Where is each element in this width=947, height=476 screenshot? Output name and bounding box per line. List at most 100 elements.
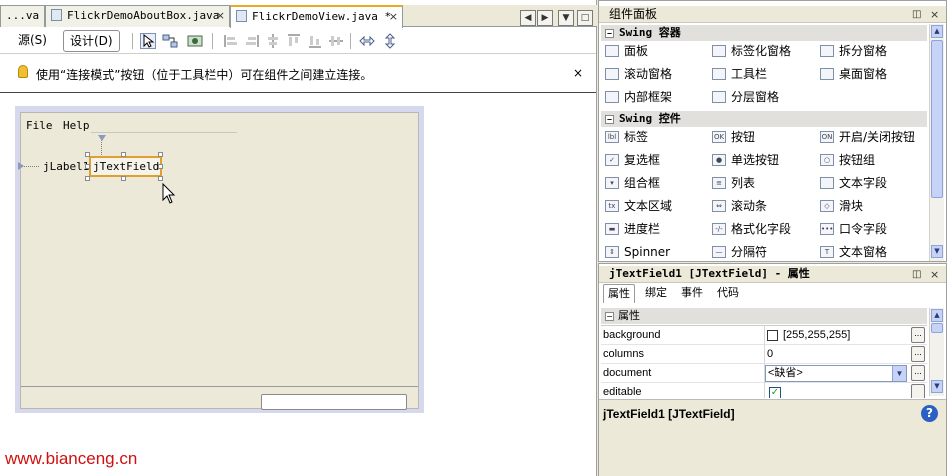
editable-checkbox[interactable]: ✓ — [769, 387, 781, 398]
palette-item-split-pane[interactable]: 拆分窗格 — [820, 42, 887, 60]
show-opened-documents-button[interactable]: ▼ — [558, 10, 574, 26]
form-design-canvas[interactable]: File Help jLabel1 jTextField1 — [15, 106, 424, 413]
resize-handle[interactable] — [85, 176, 90, 181]
palette-item-panel[interactable]: 面板 — [605, 42, 648, 60]
palette-item-label-control[interactable]: lbl 标签 — [605, 128, 648, 146]
document-combo-box[interactable]: <缺省> ▼ — [765, 365, 907, 382]
chevron-down-icon[interactable]: ▼ — [892, 366, 906, 381]
align-right-icon[interactable] — [244, 33, 260, 49]
palette-item-layered-pane[interactable]: 分层窗格 — [712, 88, 779, 106]
palette-item-tabbed-pane[interactable]: 标签化窗格 — [712, 42, 791, 60]
change-horizontal-resizability-icon[interactable] — [359, 33, 375, 49]
resize-handle[interactable] — [121, 176, 126, 181]
ellipsis-button[interactable]: ... — [911, 346, 925, 362]
close-hint-button[interactable]: × — [573, 66, 583, 80]
ellipsis-button[interactable]: ... — [911, 327, 925, 343]
palette-item-list[interactable]: ≡ 列表 — [712, 174, 755, 192]
scroll-up-icon[interactable]: ▲ — [931, 309, 943, 322]
palette-item-toolbar[interactable]: 工具栏 — [712, 65, 767, 83]
palette-item-formatted-field[interactable]: -/- 格式化字段 — [712, 220, 791, 238]
scroll-tabs-right-button[interactable]: ▶ — [537, 10, 553, 26]
palette-item-button[interactable]: OK 按钮 — [712, 128, 755, 146]
text-field-icon — [820, 177, 834, 189]
tab-flickr-demo-view[interactable]: FlickrDemoView.java * × — [230, 5, 403, 28]
design-view-button[interactable]: 设计(D) — [63, 30, 120, 52]
scroll-up-icon[interactable]: ▲ — [931, 25, 943, 38]
scrollbar-thumb[interactable] — [931, 40, 943, 198]
property-row-columns[interactable]: columns 0 ... — [601, 345, 927, 364]
palette-item-slider[interactable]: ◇ 滑块 — [820, 197, 863, 215]
property-row-background[interactable]: background [255,255,255] ... — [601, 326, 927, 345]
palette-item-progress-bar[interactable]: ▬ 进度栏 — [605, 220, 660, 238]
resize-handle[interactable] — [85, 164, 90, 169]
form-progress-bar[interactable] — [261, 394, 407, 410]
palette-item-internal-frame[interactable]: 内部框架 — [605, 88, 672, 106]
tab-code[interactable]: 代码 — [713, 284, 743, 303]
palette-item-text-field[interactable]: 文本字段 — [820, 174, 887, 192]
resize-handle[interactable] — [158, 176, 163, 181]
palette-item-spinner[interactable]: ⇕ Spinner — [605, 243, 670, 261]
resize-handle[interactable] — [85, 152, 90, 157]
tab-hidden-java[interactable]: ...va — [0, 5, 45, 27]
palette-item-desktop-pane[interactable]: 桌面窗格 — [820, 65, 887, 83]
property-name: editable — [603, 386, 642, 398]
palette-scrollbar[interactable]: ▲ ▼ — [929, 24, 944, 261]
scroll-tabs-left-button[interactable]: ◀ — [520, 10, 536, 26]
tab-close-button[interactable]: × — [216, 6, 225, 26]
property-value[interactable]: 0 — [767, 345, 773, 363]
align-left-icon[interactable] — [223, 33, 239, 49]
align-bottom-icon[interactable] — [307, 33, 323, 49]
palette-item-scroll-bar[interactable]: ⇔ 滚动条 — [712, 197, 767, 215]
palette-item-scroll-pane[interactable]: 滚动窗格 — [605, 65, 672, 83]
palette-item-text-pane[interactable]: T 文本窗格 — [820, 243, 887, 261]
category-swing-containers[interactable]: − Swing 容器 — [601, 25, 927, 41]
category-swing-controls[interactable]: − Swing 控件 — [601, 111, 927, 127]
minimize-window-icon[interactable]: ◫ — [912, 267, 921, 283]
properties-close-button[interactable]: × — [930, 267, 939, 283]
palette-item-checkbox[interactable]: ✓ 复选框 — [605, 151, 660, 169]
maximize-window-button[interactable]: □ — [577, 10, 593, 26]
connection-mode-icon[interactable] — [162, 33, 178, 49]
tab-close-button[interactable]: × — [389, 7, 398, 27]
property-row-editable[interactable]: editable ✓ — [601, 383, 927, 398]
tab-events[interactable]: 事件 — [677, 284, 707, 303]
selection-mode-icon[interactable] — [140, 33, 156, 49]
resize-handle[interactable] — [158, 164, 163, 169]
resize-handle[interactable] — [158, 152, 163, 157]
property-row-document[interactable]: document <缺省> ▼ ... — [601, 364, 927, 383]
palette-item-radio-button[interactable]: ● 单选按钮 — [712, 151, 779, 169]
palette-item-toggle-button[interactable]: ON 开启/关闭按钮 — [820, 128, 915, 146]
scroll-down-icon[interactable]: ▼ — [931, 245, 943, 258]
tab-binding[interactable]: 绑定 — [641, 284, 671, 303]
ellipsis-button[interactable] — [911, 384, 925, 398]
tab-flickr-demo-about-box[interactable]: FlickrDemoAboutBox.java × — [45, 5, 230, 27]
help-icon[interactable]: ? — [921, 405, 938, 422]
palette-item-password-field[interactable]: ••• 口令字段 — [820, 220, 887, 238]
form-main-panel[interactable]: jLabel1 jTextField1 — [18, 135, 418, 387]
palette-close-button[interactable]: × — [930, 7, 939, 23]
scroll-down-icon[interactable]: ▼ — [931, 380, 943, 393]
tab-properties[interactable]: 属性 — [603, 284, 635, 303]
palette-item-text-area[interactable]: tx 文本区域 — [605, 197, 672, 215]
form-textfield-jtextfield1[interactable]: jTextField1 — [89, 156, 162, 177]
change-vertical-resizability-icon[interactable] — [382, 33, 398, 49]
align-top-icon[interactable] — [286, 33, 302, 49]
center-vertically-icon[interactable] — [328, 33, 344, 49]
palette-item-label: 进度栏 — [624, 222, 661, 236]
palette-item-combo-box[interactable]: ▾ 组合框 — [605, 174, 660, 192]
properties-scrollbar[interactable]: ▲ ▼ — [929, 308, 944, 396]
scrollbar-thumb[interactable] — [931, 323, 943, 333]
ellipsis-button[interactable]: ... — [911, 365, 925, 381]
palette-item-button-group[interactable]: ○ 按钮组 — [820, 151, 875, 169]
menu-file[interactable]: File — [26, 119, 53, 132]
form-label-jlabel1[interactable]: jLabel1 — [43, 160, 89, 173]
properties-section-header[interactable]: − 属性 — [601, 308, 927, 324]
minimize-window-icon[interactable]: ◫ — [912, 7, 921, 23]
center-horizontally-icon[interactable] — [265, 33, 281, 49]
resize-handle[interactable] — [121, 152, 126, 157]
test-design-icon[interactable] — [187, 33, 203, 49]
source-view-button[interactable]: 源(S) — [12, 30, 53, 52]
property-value[interactable]: [255,255,255] — [783, 326, 850, 344]
menu-help[interactable]: Help — [63, 119, 90, 132]
palette-item-separator[interactable]: — 分隔符 — [712, 243, 767, 261]
